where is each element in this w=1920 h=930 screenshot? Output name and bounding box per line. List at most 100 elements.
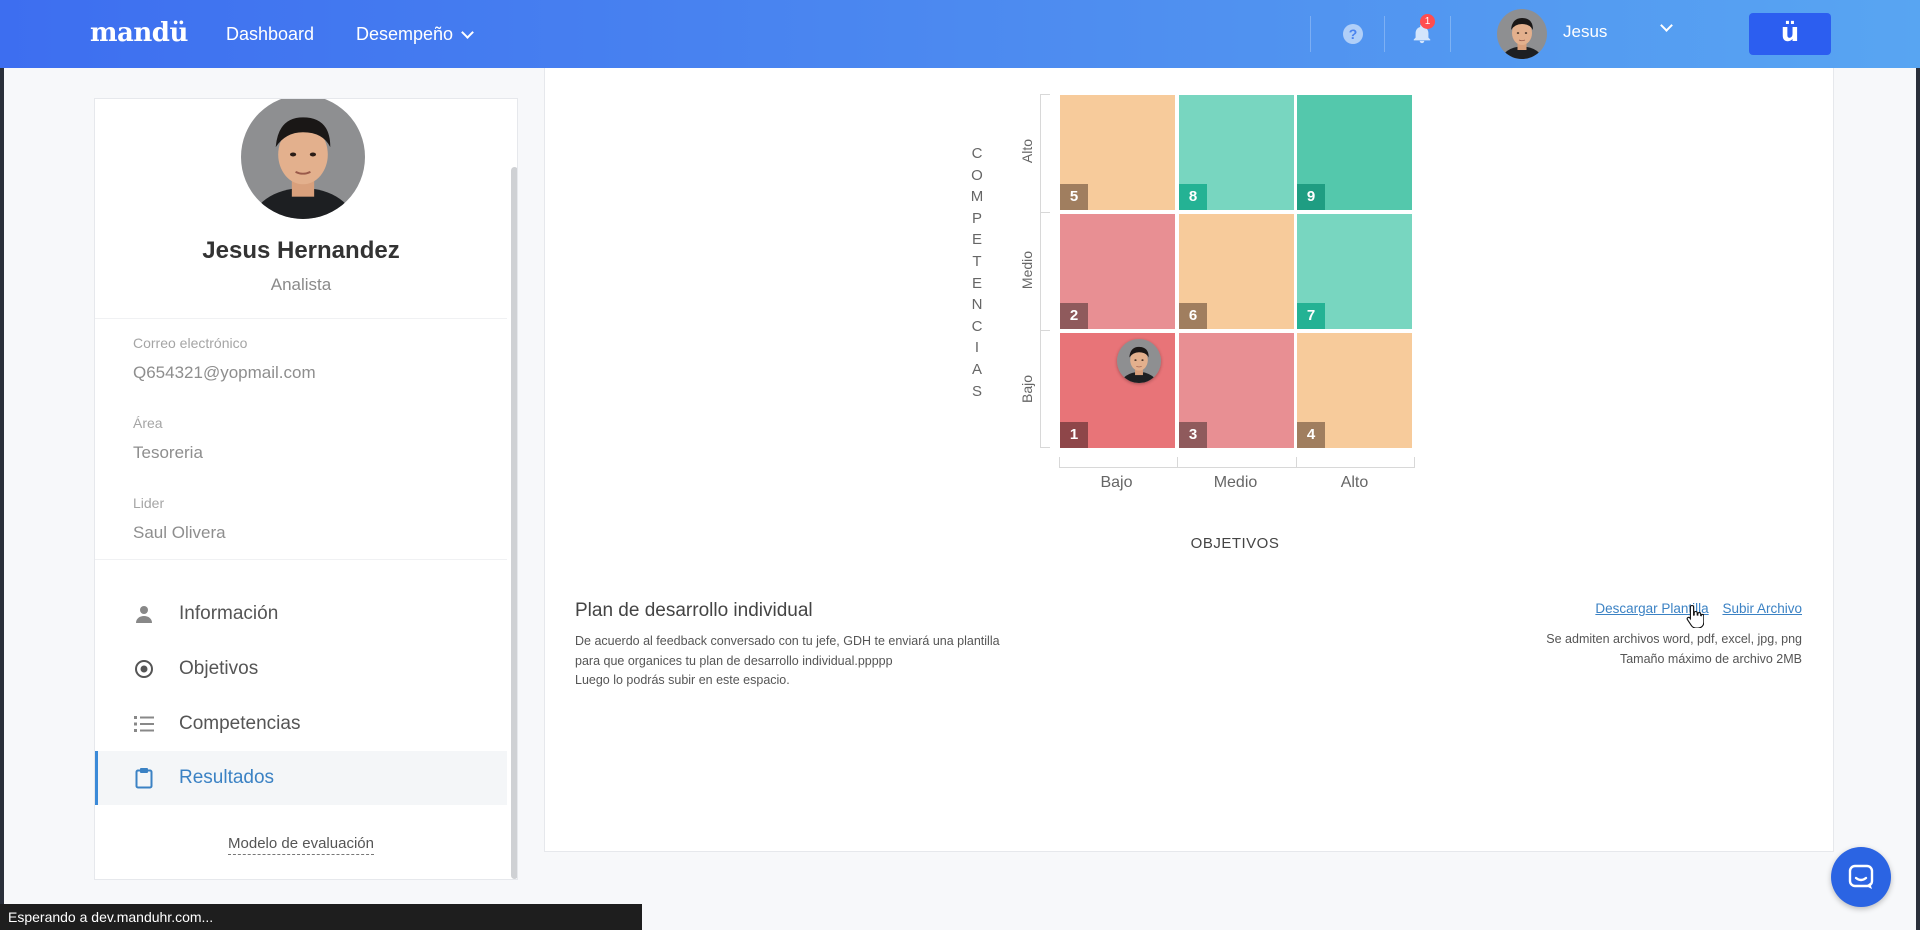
leader-value: Saul Olivera — [133, 523, 226, 542]
y-axis-title-letter: P — [971, 209, 982, 227]
profile-role: Analista — [270, 275, 332, 294]
y-axis-tick — [1040, 212, 1050, 213]
divider — [1450, 16, 1451, 52]
y-axis-line — [1040, 94, 1041, 448]
nine-box-cell-7[interactable]: 7 — [1297, 214, 1412, 329]
file-size-note: Tamaño máximo de archivo 2MB — [1619, 652, 1802, 666]
divider — [95, 559, 507, 560]
y-axis-title-letter: C — [971, 317, 983, 335]
window-left-edge — [0, 0, 4, 930]
x-axis-tick — [1177, 457, 1178, 468]
y-axis-tick — [1040, 94, 1050, 95]
area-value: Tesoreria — [133, 443, 203, 462]
hand-cursor-icon — [1686, 604, 1705, 629]
file-requirements-note: Se admiten archivos word, pdf, excel, jp… — [1546, 629, 1802, 669]
x-axis-tick — [1296, 457, 1297, 468]
sidebar-item-label: Resultados — [179, 767, 275, 788]
profile-sidebar: Jesus Hernandez Analista Correo electrón… — [94, 98, 518, 880]
sidebar-item-informacion[interactable]: Información — [95, 587, 507, 641]
y-axis-title-letter: E — [971, 274, 982, 292]
plan-description: De acuerdo al feedback conversado con tu… — [575, 632, 1075, 691]
browser-status-bar: Esperando a dev.manduhr.com... — [0, 904, 642, 930]
nine-box-cell-9[interactable]: 9 — [1297, 95, 1412, 210]
divider — [95, 318, 507, 319]
nine-box-cell-1[interactable]: 1 — [1060, 333, 1175, 448]
y-axis-title-letter: E — [971, 231, 982, 249]
cell-number-badge: 7 — [1297, 303, 1325, 329]
file-types-note: Se admiten archivos word, pdf, excel, jp… — [1546, 632, 1802, 646]
x-axis-tick — [1059, 457, 1060, 468]
nine-box-cell-6[interactable]: 6 — [1179, 214, 1294, 329]
clipboard-icon — [133, 767, 155, 789]
leader-label: Lider — [133, 495, 165, 511]
col-label-alto: Alto — [1340, 474, 1369, 491]
nine-box-cell-2[interactable]: 2 — [1060, 214, 1175, 329]
divider — [1310, 16, 1311, 52]
y-axis-title-letter: O — [971, 166, 983, 184]
x-axis-tick — [1414, 457, 1415, 468]
sidebar-item-label: Competencias — [179, 713, 301, 734]
area-label: Área — [133, 415, 163, 431]
cell-number-badge: 4 — [1297, 422, 1325, 448]
cell-number-badge: 5 — [1060, 184, 1088, 210]
app-logo[interactable]: mandü — [90, 18, 188, 48]
x-axis-line — [1059, 467, 1415, 468]
x-axis-title: OBJETIVOS — [1190, 535, 1280, 552]
cell-number-badge: 1 — [1060, 422, 1088, 448]
upload-file-link[interactable]: Subir Archivo — [1722, 601, 1802, 616]
top-navigation-bar: mandü Dashboard Desempeño ? 1 Jesus ü — [0, 0, 1920, 68]
nav-dashboard[interactable]: Dashboard — [226, 24, 314, 45]
sidebar-item-resultados[interactable]: Resultados — [95, 751, 507, 805]
y-axis-title-letter: C — [971, 145, 983, 162]
y-axis-title-letter: S — [971, 382, 982, 400]
chat-launcher-button[interactable] — [1831, 847, 1891, 907]
nine-box-cell-8[interactable]: 8 — [1179, 95, 1294, 210]
sidebar-item-competencias[interactable]: Competencias — [95, 697, 507, 751]
email-value: Q654321@yopmail.com — [133, 363, 316, 382]
nav-performance-dropdown[interactable]: Desempeño — [356, 24, 474, 45]
sidebar-item-objetivos[interactable]: Objetivos — [95, 642, 507, 696]
window-right-edge — [1916, 0, 1920, 930]
y-axis-tick — [1040, 447, 1050, 448]
chevron-down-icon — [461, 25, 474, 39]
evaluation-model-link-label[interactable]: Modelo de evaluación — [228, 835, 374, 855]
y-axis-title-letter: I — [974, 339, 980, 357]
y-axis-title-letter: A — [971, 360, 982, 378]
notification-badge: 1 — [1420, 14, 1435, 29]
user-avatar[interactable] — [1497, 9, 1547, 59]
user-name[interactable]: Jesus — [1563, 22, 1607, 42]
y-axis-title-letter: M — [970, 188, 984, 206]
nine-box-cell-5[interactable]: 5 — [1060, 95, 1175, 210]
target-icon — [133, 658, 155, 680]
y-axis-tick — [1040, 330, 1050, 331]
plan-description-line: De acuerdo al feedback conversado con tu… — [575, 634, 1000, 648]
nine-box-cell-4[interactable]: 4 — [1297, 333, 1412, 448]
user-icon — [133, 603, 155, 625]
col-label-bajo: Bajo — [1100, 474, 1133, 491]
y-axis-title-letter: N — [971, 296, 983, 314]
sidebar-item-label: Objetivos — [179, 658, 259, 679]
nine-box-cell-3[interactable]: 3 — [1179, 333, 1294, 448]
row-label-medio: Medio — [1019, 250, 1035, 290]
brand-app-button[interactable]: ü — [1749, 13, 1831, 55]
plan-title: Plan de desarrollo individual — [575, 600, 813, 621]
sidebar-item-label: Información — [179, 603, 279, 624]
chat-icon — [1848, 864, 1874, 889]
cell-number-badge: 3 — [1179, 422, 1207, 448]
divider — [1384, 16, 1385, 52]
sidebar-scrollbar[interactable] — [511, 167, 517, 879]
help-icon[interactable]: ? — [1343, 24, 1363, 44]
employee-avatar[interactable] — [1117, 339, 1161, 383]
row-label-bajo: Bajo — [1019, 374, 1035, 404]
plan-description-line: Luego lo podrás subir en este espacio. — [575, 673, 790, 687]
profile-name: Jesus Hernandez — [202, 237, 400, 264]
evaluation-model-link[interactable]: Modelo de evaluación — [95, 835, 507, 855]
row-label-alto: Alto — [1019, 138, 1035, 164]
y-axis-title: COMPETENCIAS — [967, 143, 987, 402]
chevron-down-icon[interactable] — [1660, 19, 1673, 32]
email-label: Correo electrónico — [133, 335, 248, 351]
plan-description-line: para que organices tu plan de desarrollo… — [575, 653, 893, 668]
y-axis-title-letter: T — [972, 252, 982, 270]
cell-number-badge: 6 — [1179, 303, 1207, 329]
cell-number-badge: 2 — [1060, 303, 1088, 329]
